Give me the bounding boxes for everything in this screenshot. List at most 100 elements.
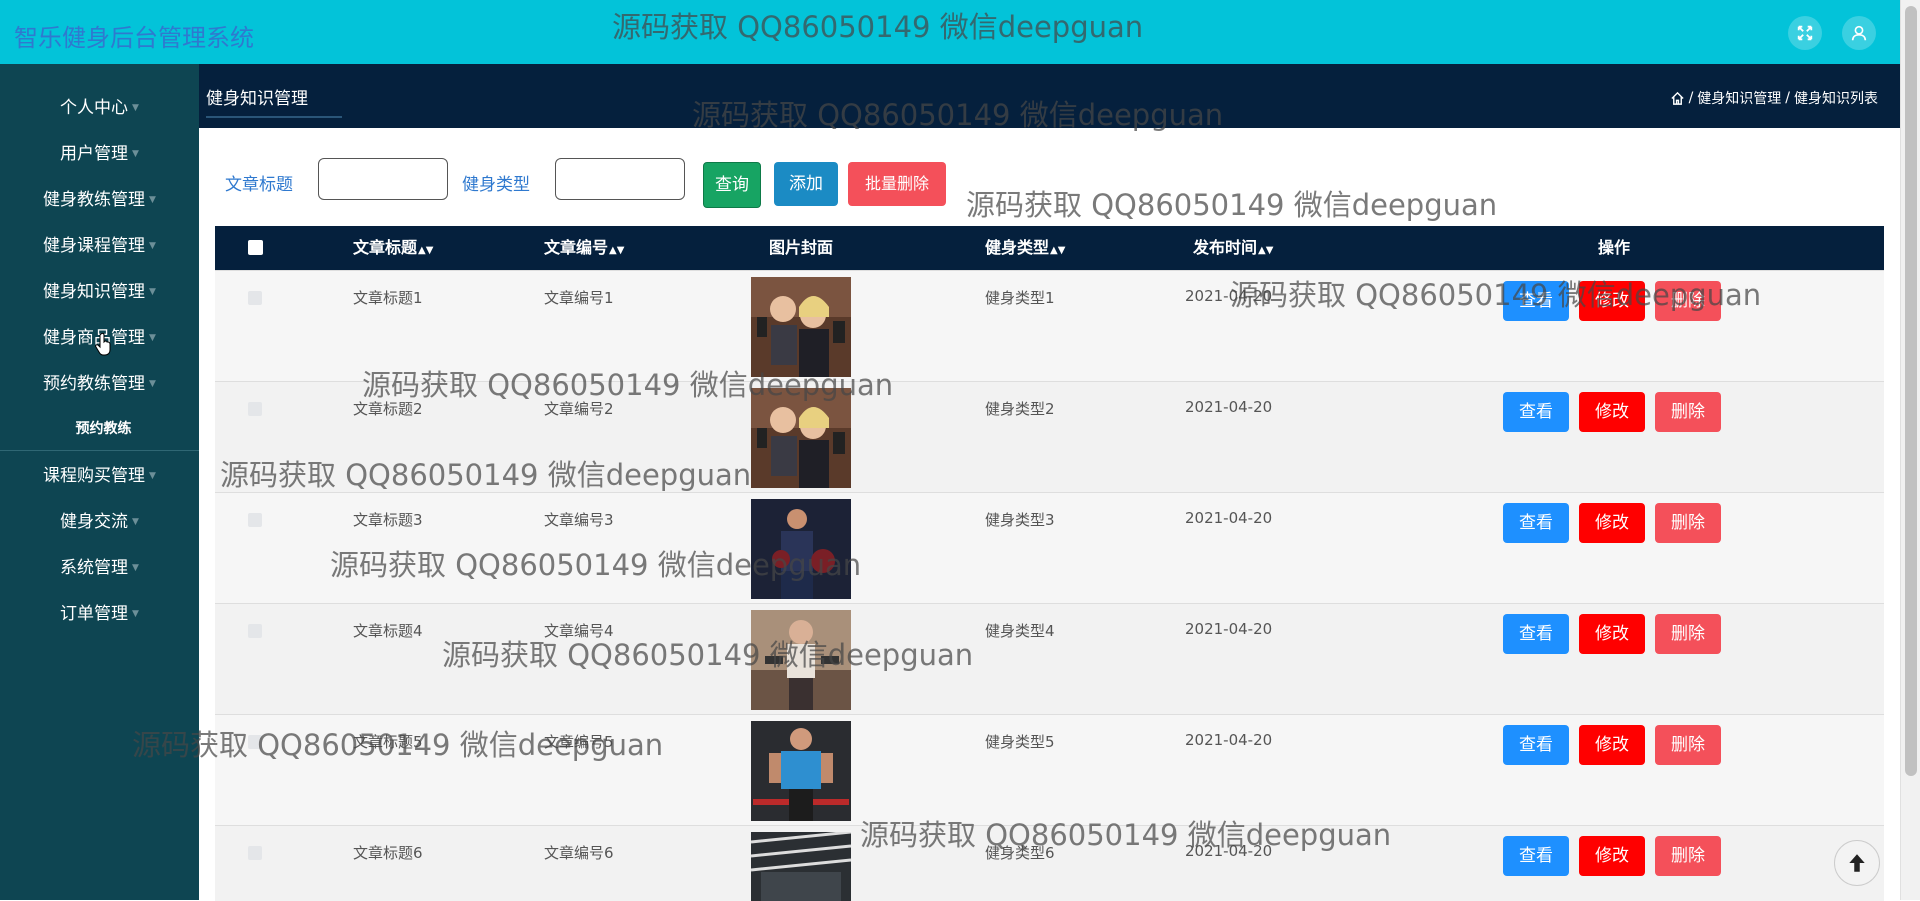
breadcrumb-separator: /	[1688, 90, 1694, 106]
column-header-actions: 操作	[1598, 238, 1631, 257]
cell-time: 2021-04-20	[1185, 287, 1273, 305]
cover-image	[751, 277, 851, 377]
cell-title: 文章标题3	[353, 511, 423, 529]
cell-time: 2021-04-20	[1185, 842, 1273, 860]
chevron-down-icon: ▼	[149, 241, 156, 251]
edit-button[interactable]: 修改	[1579, 281, 1645, 321]
breadcrumb-item-knowledge[interactable]: 健身知识管理	[1697, 88, 1781, 108]
view-button[interactable]: 查看	[1503, 281, 1569, 321]
sidebar-item-order-management[interactable]: 订单管理 ▼	[0, 594, 199, 634]
edit-button[interactable]: 修改	[1579, 392, 1645, 432]
cell-code: 文章编号5	[544, 733, 614, 751]
table-row: 文章标题4 文章编号4 健身类型4 2021-04-20 查看 修改 删除	[215, 603, 1884, 714]
edit-button[interactable]: 修改	[1579, 614, 1645, 654]
sidebar-divider	[0, 450, 199, 451]
view-button[interactable]: 查看	[1503, 392, 1569, 432]
cell-time: 2021-04-20	[1185, 398, 1273, 416]
view-button[interactable]: 查看	[1503, 503, 1569, 543]
view-button[interactable]: 查看	[1503, 725, 1569, 765]
column-header-code[interactable]: 文章编号▲▼	[544, 226, 624, 270]
user-icon[interactable]	[1842, 16, 1876, 50]
sidebar-item-course-management[interactable]: 健身课程管理 ▼	[0, 226, 199, 266]
cell-code: 文章编号3	[544, 511, 614, 529]
delete-button[interactable]: 删除	[1655, 725, 1721, 765]
title-search-input[interactable]	[318, 158, 448, 200]
table-row: 文章标题1 文章编号1 健身类型1 2021-04-20 查看 修改 删除	[215, 270, 1884, 381]
cell-title: 文章标题5	[353, 733, 423, 751]
cell-title: 文章标题4	[353, 622, 423, 640]
sidebar-item-knowledge-management[interactable]: 健身知识管理 ▼	[0, 272, 199, 312]
column-header-title[interactable]: 文章标题▲▼	[353, 226, 433, 270]
sidebar-item-personal-center[interactable]: 个人中心 ▼	[0, 88, 199, 128]
chevron-down-icon: ▼	[132, 609, 139, 619]
cell-title: 文章标题6	[353, 844, 423, 862]
row-checkbox[interactable]	[248, 735, 262, 749]
breadcrumb-separator: /	[1785, 90, 1790, 106]
edit-button[interactable]: 修改	[1579, 725, 1645, 765]
delete-button[interactable]: 删除	[1655, 836, 1721, 876]
sidebar-item-course-purchase[interactable]: 课程购买管理 ▼	[0, 456, 199, 496]
sidebar-item-coach-management[interactable]: 健身教练管理 ▼	[0, 180, 199, 220]
cover-image	[751, 610, 851, 710]
edit-button[interactable]: 修改	[1579, 503, 1645, 543]
row-checkbox[interactable]	[248, 846, 262, 860]
row-checkbox[interactable]	[248, 402, 262, 416]
delete-button[interactable]: 删除	[1655, 614, 1721, 654]
chevron-down-icon: ▼	[149, 333, 156, 343]
chevron-down-icon: ▼	[149, 195, 156, 205]
cell-time: 2021-04-20	[1185, 731, 1273, 749]
row-checkbox[interactable]	[248, 513, 262, 527]
sidebar-item-user-management[interactable]: 用户管理 ▼	[0, 134, 199, 174]
view-button[interactable]: 查看	[1503, 614, 1569, 654]
delete-button[interactable]: 删除	[1655, 503, 1721, 543]
add-button[interactable]: 添加	[774, 162, 838, 206]
cell-code: 文章编号4	[544, 622, 614, 640]
cell-code: 文章编号1	[544, 289, 614, 307]
scrollbar-thumb[interactable]	[1905, 6, 1917, 776]
row-checkbox[interactable]	[248, 624, 262, 638]
cell-code: 文章编号2	[544, 400, 614, 418]
sidebar-item-system-management[interactable]: 系统管理 ▼	[0, 548, 199, 588]
delete-button[interactable]: 删除	[1655, 392, 1721, 432]
table-row: 文章标题3 文章编号3 健身类型3 2021-04-20 查看 修改 删除	[215, 492, 1884, 603]
home-icon[interactable]	[1670, 91, 1685, 106]
sort-icon[interactable]: ▲▼	[1050, 245, 1065, 256]
cover-image	[751, 832, 851, 901]
query-button[interactable]: 查询	[703, 162, 761, 208]
cover-image	[751, 499, 851, 599]
sidebar-subitem-book-coach[interactable]: 预约教练	[0, 414, 199, 444]
sidebar-item-fitness-exchange[interactable]: 健身交流 ▼	[0, 502, 199, 542]
fullscreen-icon[interactable]	[1788, 16, 1822, 50]
breadcrumb-item-list: 健身知识列表	[1794, 91, 1878, 107]
vertical-scrollbar[interactable]	[1900, 0, 1920, 900]
tab-underline	[206, 116, 342, 118]
chevron-down-icon: ▼	[132, 517, 139, 527]
cover-image	[751, 388, 851, 488]
sidebar: 个人中心 ▼ 用户管理 ▼ 健身教练管理 ▼ 健身课程管理 ▼ 健身知识管理 ▼ 健身商品…	[0, 64, 199, 900]
view-button[interactable]: 查看	[1503, 836, 1569, 876]
select-all-checkbox[interactable]	[248, 240, 263, 255]
sort-icon[interactable]: ▲▼	[418, 245, 433, 256]
column-header-type[interactable]: 健身类型▲▼	[985, 226, 1065, 270]
table-row: 文章标题2 文章编号2 健身类型2 2021-04-20 查看 修改 删除	[215, 381, 1884, 492]
type-search-label: 健身类型	[462, 175, 530, 195]
back-to-top-button[interactable]	[1834, 840, 1880, 886]
row-checkbox[interactable]	[248, 291, 262, 305]
sidebar-item-coach-booking[interactable]: 预约教练管理 ▼	[0, 364, 199, 404]
type-search-input[interactable]	[555, 158, 685, 200]
edit-button[interactable]: 修改	[1579, 836, 1645, 876]
tab-knowledge-management[interactable]: 健身知识管理	[206, 84, 308, 109]
title-search-label: 文章标题	[225, 175, 293, 195]
cell-type: 健身类型5	[985, 733, 1055, 751]
column-header-image: 图片封面	[769, 238, 834, 257]
table-row: 文章标题5 文章编号5 健身类型5 2021-04-20 查看 修改 删除	[215, 714, 1884, 825]
cell-type: 健身类型6	[985, 844, 1055, 862]
sort-icon[interactable]: ▲▼	[609, 245, 624, 256]
delete-button[interactable]: 删除	[1655, 281, 1721, 321]
sort-icon[interactable]: ▲▼	[1258, 245, 1273, 256]
cell-type: 健身类型1	[985, 289, 1055, 307]
batch-delete-button[interactable]: 批量删除	[848, 162, 946, 206]
column-header-time[interactable]: 发布时间▲▼	[1193, 226, 1273, 270]
table-row: 文章标题6 文章编号6 健身类型6 2021-04-20 查看 修改 删除	[215, 825, 1884, 901]
chevron-down-icon: ▼	[149, 287, 156, 297]
